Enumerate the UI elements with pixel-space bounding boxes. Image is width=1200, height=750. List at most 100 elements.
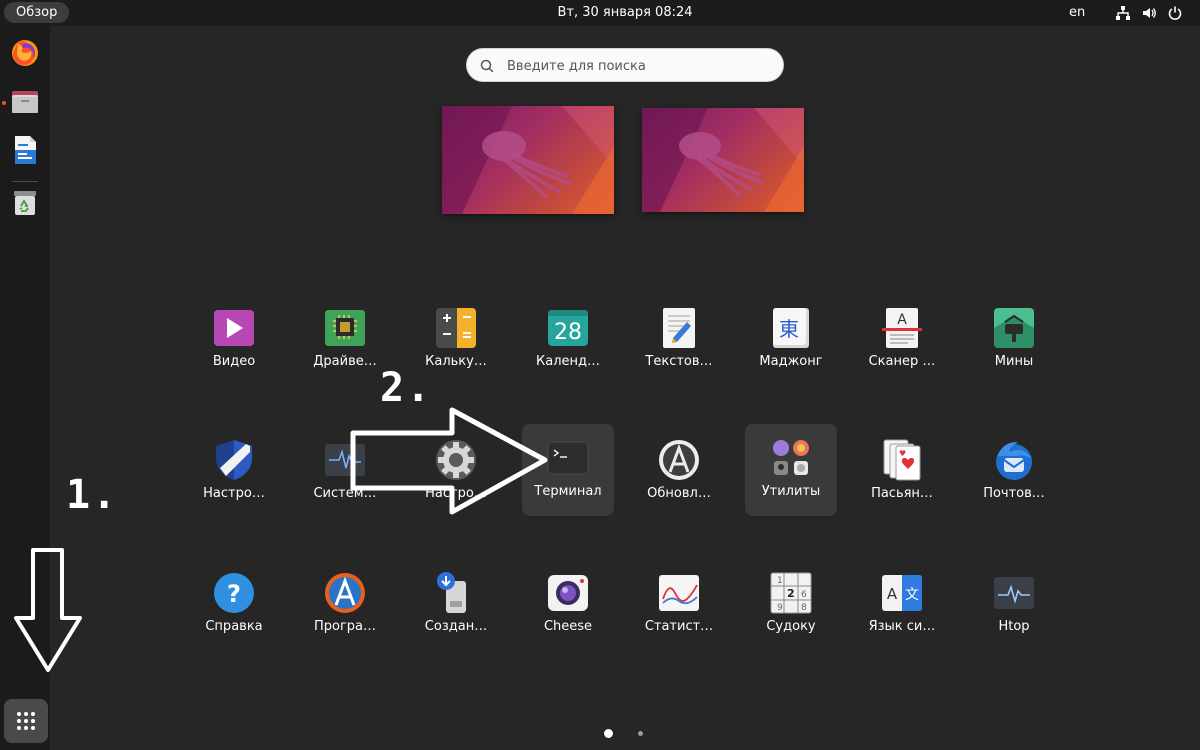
app-video[interactable]: Видео — [188, 294, 280, 386]
power-icon[interactable] — [1167, 5, 1183, 21]
jellyfish-wallpaper-icon — [442, 106, 614, 214]
dock-item-firefox[interactable] — [7, 35, 43, 71]
playing-cards-icon: ♥ — [883, 439, 921, 481]
app-label: Текстов… — [645, 354, 713, 369]
htop-monitor-icon — [994, 577, 1034, 609]
files-icon — [12, 91, 38, 113]
svg-text:文: 文 — [905, 587, 919, 603]
app-security-settings[interactable]: Настро… — [188, 426, 280, 518]
app-label: Видео — [212, 354, 256, 369]
webcam-icon — [548, 575, 588, 611]
text-editor-icon — [663, 308, 695, 348]
svg-text:6: 6 — [801, 590, 807, 600]
app-language-support[interactable]: A文 Язык си… — [856, 559, 948, 651]
app-label: Терминал — [534, 484, 602, 499]
language-indicator[interactable]: en — [1069, 0, 1085, 26]
calendar-icon: 28 — [548, 310, 588, 346]
page-dot-active[interactable] — [604, 729, 613, 738]
app-label: Почтов… — [983, 486, 1045, 501]
gear-icon — [436, 440, 476, 480]
workspace-thumbnail-1[interactable] — [442, 106, 614, 214]
trash-icon — [14, 191, 36, 215]
app-scanner[interactable]: A Сканер … — [856, 294, 948, 386]
network-icon[interactable] — [1115, 5, 1131, 21]
app-label: Маджонг — [759, 354, 823, 369]
app-label: Судоку — [766, 619, 816, 634]
svg-text:?: ? — [227, 580, 241, 608]
volume-icon[interactable] — [1141, 5, 1157, 21]
svg-text:9: 9 — [777, 603, 783, 613]
app-power-statistics[interactable]: Статист… — [633, 559, 725, 651]
system-tray[interactable] — [1115, 5, 1183, 21]
app-label: Сканер … — [868, 354, 936, 369]
clock[interactable]: Вт, 30 января 08:24 — [0, 0, 1200, 26]
step-2-annotation: 2. — [380, 365, 433, 411]
app-software[interactable]: Програ… — [299, 559, 391, 651]
app-label: Статист… — [644, 619, 714, 634]
shield-icon — [216, 440, 252, 480]
chip-icon — [325, 310, 365, 346]
workspace-thumbnail-2[interactable] — [642, 108, 804, 212]
translate-icon: A文 — [882, 575, 922, 611]
app-label: Создан… — [424, 619, 488, 634]
step-1-annotation: 1. — [66, 472, 119, 518]
terminal-icon — [547, 441, 589, 475]
app-label: Язык си… — [868, 619, 936, 634]
calculator-icon — [436, 308, 476, 348]
usb-drive-icon — [437, 572, 466, 613]
svg-text:東: 東 — [779, 317, 799, 341]
app-mines[interactable]: Мины — [968, 294, 1060, 386]
dock — [0, 26, 50, 750]
app-help[interactable]: ? Справка — [188, 559, 280, 651]
app-label: Утилиты — [761, 484, 821, 499]
dock-item-files[interactable] — [7, 84, 43, 120]
show-applications-button[interactable] — [4, 699, 48, 743]
app-label: Справка — [205, 619, 263, 634]
search-input[interactable] — [505, 55, 769, 77]
app-mahjongg[interactable]: 東 Маджонг — [745, 294, 837, 386]
app-solitaire[interactable]: ♥ Пасьян… — [856, 426, 948, 518]
svg-text:1: 1 — [777, 576, 783, 586]
svg-text:8: 8 — [801, 603, 807, 613]
app-label: Календ… — [536, 354, 600, 369]
sudoku-grid-icon: 12 6 9 8 — [770, 572, 812, 614]
svg-text:♥: ♥ — [899, 449, 906, 458]
search-bar[interactable] — [466, 48, 784, 82]
app-label: Драйве… — [313, 354, 377, 369]
app-htop[interactable]: Htop — [968, 559, 1060, 651]
mahjong-tile-icon: 東 — [773, 308, 809, 348]
updater-icon — [659, 440, 699, 480]
app-folder-utilities[interactable]: Утилиты — [745, 424, 837, 516]
app-text-editor[interactable]: Текстов… — [633, 294, 725, 386]
page-dot[interactable] — [638, 731, 643, 736]
help-icon: ? — [214, 573, 254, 613]
svg-text:A: A — [887, 585, 898, 603]
dock-item-writer[interactable] — [7, 132, 43, 168]
app-thunderbird[interactable]: Почтов… — [968, 426, 1060, 518]
thunderbird-icon — [996, 442, 1032, 480]
video-player-icon — [214, 310, 254, 346]
app-calendar[interactable]: 28 Календ… — [522, 294, 614, 386]
app-software-updater[interactable]: Обновл… — [633, 426, 725, 518]
running-indicator — [2, 101, 6, 105]
svg-text:2: 2 — [787, 587, 795, 600]
app-startup-disk-creator[interactable]: Создан… — [410, 559, 502, 651]
app-store-icon — [325, 573, 365, 613]
grid-icon — [17, 712, 35, 730]
app-label: Мины — [994, 354, 1034, 369]
app-terminal[interactable]: Терминал — [522, 424, 614, 516]
app-settings[interactable]: Настро… — [410, 426, 502, 518]
app-system-monitor[interactable]: Систем… — [299, 426, 391, 518]
app-label: Обновл… — [647, 486, 711, 501]
app-cheese[interactable]: Cheese — [522, 559, 614, 651]
app-label: Пасьян… — [871, 486, 933, 501]
app-label: Htop — [998, 619, 1030, 634]
scanner-icon: A — [882, 308, 922, 348]
search-icon — [480, 59, 494, 73]
app-sudoku[interactable]: 126 9 8 Судоку — [745, 559, 837, 651]
utilities-folder-icon — [773, 440, 809, 475]
top-bar: Обзор Вт, 30 января 08:24 en — [0, 0, 1200, 26]
dock-item-trash[interactable] — [7, 184, 43, 220]
dock-separator — [12, 181, 38, 182]
app-drivers[interactable]: Драйве… — [299, 294, 391, 386]
